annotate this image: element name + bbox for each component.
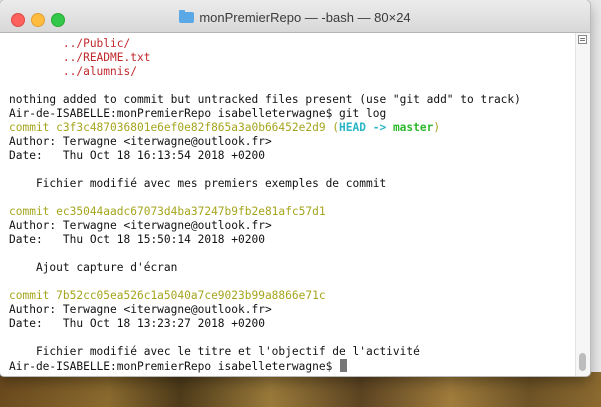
terminal-text: nothing added to commit but untracked fi… [9, 93, 521, 106]
terminal-text: commit c3f3c487036801e6ef0e82f865a3a0b66… [9, 121, 340, 134]
scrollbar-menu-icon[interactable] [578, 35, 587, 44]
terminal-text: ../README.txt [9, 51, 151, 64]
terminal-output[interactable]: ../Public/ ../README.txt ../alumnis/noth… [0, 33, 576, 376]
terminal-text: Date: Thu Oct 18 13:23:27 2018 +0200 [9, 317, 265, 330]
terminal-window: monPremierRepo — -bash — 80×24 ../Public… [0, 0, 590, 376]
terminal-line: commit ec35044aadc67073d4ba37247b9fb2e81… [9, 205, 576, 219]
terminal-line: Fichier modifié avec le titre et l'objec… [9, 345, 576, 359]
terminal-text: commit ec35044aadc67073d4ba37247b9fb2e81… [9, 205, 326, 218]
window-title: monPremierRepo — -bash — 80×24 [0, 10, 590, 25]
terminal-text: ../Public/ [9, 37, 131, 50]
terminal-line: Author: Terwagne <iterwagne@outlook.fr> [9, 135, 576, 149]
text-cursor [340, 359, 348, 372]
terminal-text: ) [433, 121, 441, 134]
terminal-line: commit c3f3c487036801e6ef0e82f865a3a0b66… [9, 121, 576, 135]
terminal-line: Date: Thu Oct 18 13:23:27 2018 +0200 [9, 317, 576, 331]
terminal-text: Ajout capture d'écran [9, 261, 178, 274]
terminal-text: Fichier modifié avec le titre et l'objec… [9, 345, 420, 358]
terminal-text: master [392, 121, 434, 134]
terminal-text: HEAD -> [339, 121, 393, 134]
terminal-line: Author: Terwagne <iterwagne@outlook.fr> [9, 303, 576, 317]
terminal-line: commit 7b52cc05ea526c1a5040a7ce9023b99a8… [9, 289, 576, 303]
terminal-line: Date: Thu Oct 18 15:50:14 2018 +0200 [9, 233, 576, 247]
terminal-line: ../alumnis/ [9, 65, 576, 79]
terminal-line: nothing added to commit but untracked fi… [9, 93, 576, 107]
terminal-text: Author: Terwagne <iterwagne@outlook.fr> [9, 303, 272, 316]
terminal-line: Fichier modifié avec mes premiers exempl… [9, 177, 576, 191]
terminal-line: Author: Terwagne <iterwagne@outlook.fr> [9, 219, 576, 233]
terminal-line: ../Public/ [9, 37, 576, 51]
terminal-text: ../alumnis/ [9, 65, 137, 78]
terminal-text: Date: Thu Oct 18 15:50:14 2018 +0200 [9, 233, 265, 246]
scrollbar-thumb[interactable] [579, 353, 586, 371]
terminal-text: commit 7b52cc05ea526c1a5040a7ce9023b99a8… [9, 289, 326, 302]
terminal-text: Fichier modifié avec mes premiers exempl… [9, 177, 387, 190]
terminal-text: Author: Terwagne <iterwagne@outlook.fr> [9, 135, 272, 148]
folder-icon [179, 10, 195, 23]
desktop-wallpaper [0, 372, 601, 407]
terminal-text: Air-de-ISABELLE:monPremierRepo isabellet… [9, 360, 340, 373]
vertical-scrollbar[interactable] [575, 33, 590, 376]
title-bar[interactable]: monPremierRepo — -bash — 80×24 [0, 0, 590, 33]
desktop-background [590, 0, 601, 372]
terminal-line: Air-de-ISABELLE:monPremierRepo isabellet… [9, 359, 576, 373]
terminal-text: Air-de-ISABELLE:monPremierRepo isabellet… [9, 107, 387, 120]
terminal-line: Date: Thu Oct 18 16:13:54 2018 +0200 [9, 149, 576, 163]
terminal-line: Air-de-ISABELLE:monPremierRepo isabellet… [9, 107, 576, 121]
terminal-text: Date: Thu Oct 18 16:13:54 2018 +0200 [9, 149, 265, 162]
terminal-text: Author: Terwagne <iterwagne@outlook.fr> [9, 219, 272, 232]
terminal-line: ../README.txt [9, 51, 576, 65]
window-title-text: monPremierRepo — -bash — 80×24 [199, 10, 411, 25]
terminal-line: Ajout capture d'écran [9, 261, 576, 275]
